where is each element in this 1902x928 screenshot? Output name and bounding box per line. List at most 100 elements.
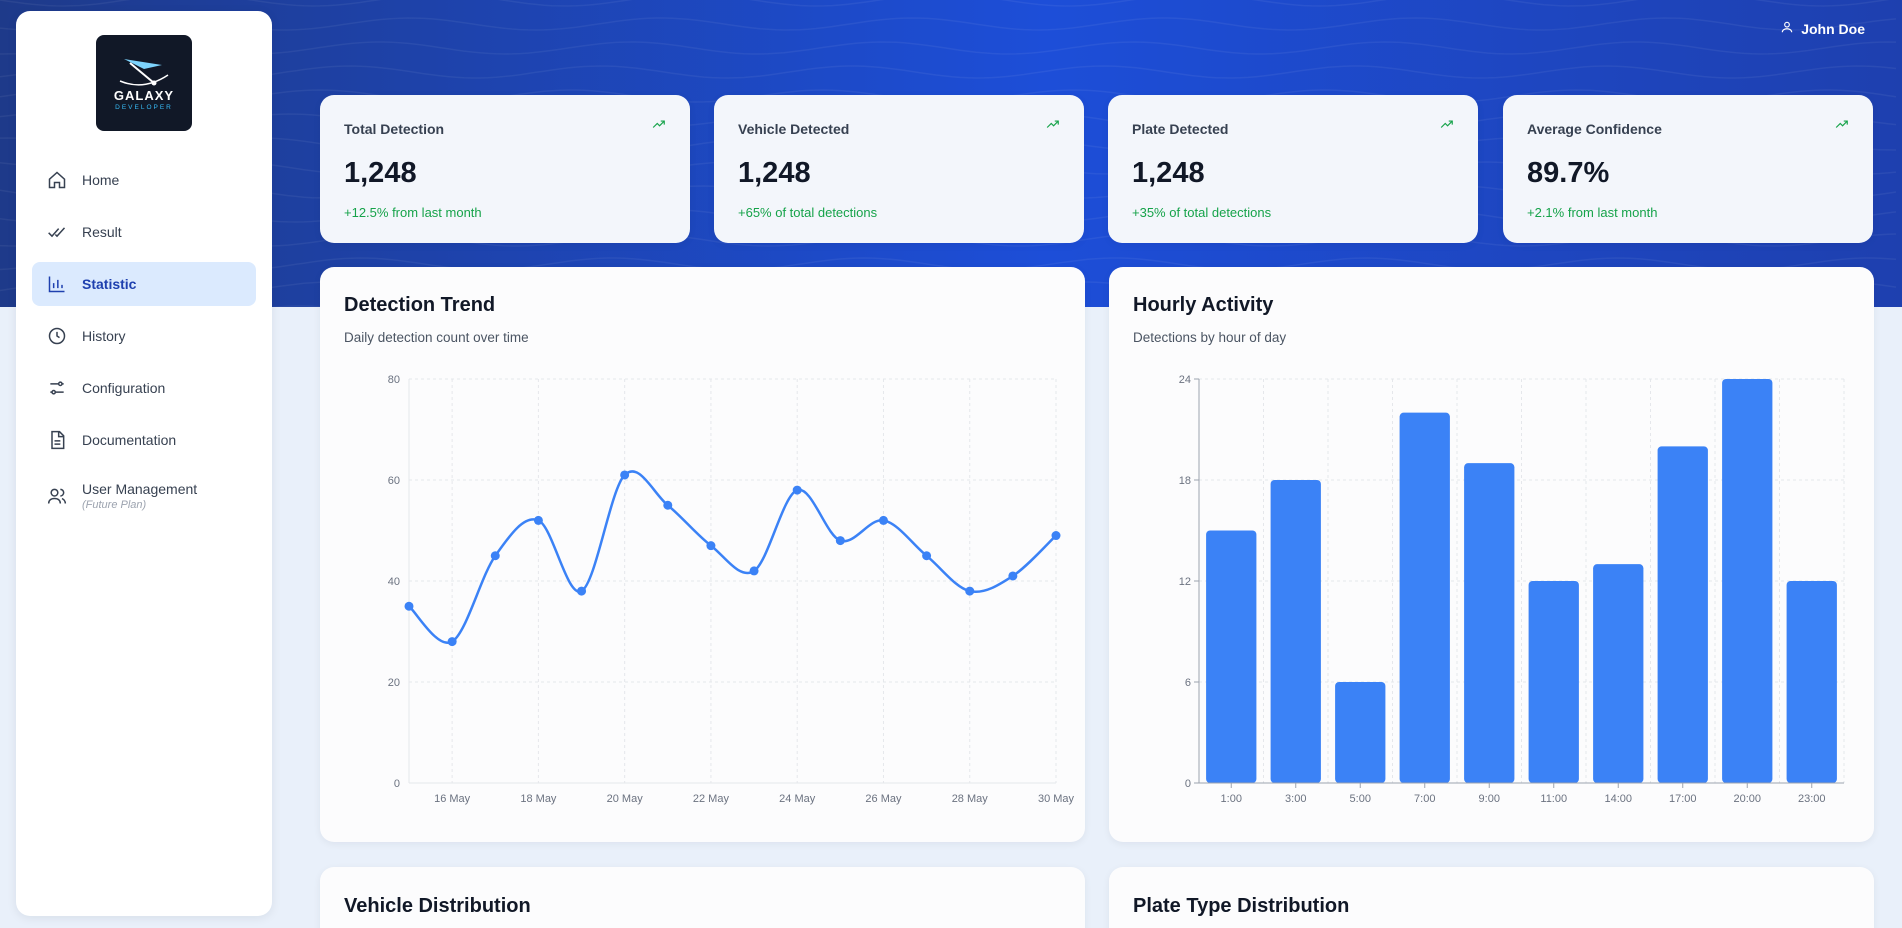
user-icon — [1780, 20, 1794, 37]
sidebar-item-label: User Management (Future Plan) — [82, 481, 197, 511]
y-tick-label: 6 — [1185, 677, 1191, 689]
x-tick-label: 16 May — [434, 793, 471, 805]
sidebar-item-statistic[interactable]: Statistic — [32, 262, 256, 306]
clock-icon — [47, 326, 67, 346]
user-menu[interactable]: John Doe — [1780, 20, 1865, 37]
data-point[interactable] — [663, 500, 673, 510]
bar[interactable] — [1528, 581, 1579, 783]
vehicle-distribution-panel: Vehicle Distribution — [320, 867, 1085, 928]
sliders-icon — [47, 378, 67, 398]
data-point[interactable] — [447, 637, 457, 647]
stat-title: Average Confidence — [1527, 121, 1662, 137]
stat-value: 1,248 — [1132, 157, 1205, 189]
stat-value: 1,248 — [344, 157, 417, 189]
sidebar-item-label: Home — [82, 172, 120, 188]
stat-card-vehicle-detected: Vehicle Detected 1,248 +65% of total det… — [714, 95, 1084, 243]
user-name: John Doe — [1801, 20, 1865, 37]
data-point[interactable] — [922, 551, 932, 561]
x-tick-label: 18 May — [520, 793, 557, 805]
data-point[interactable] — [1051, 531, 1061, 541]
y-tick-label: 0 — [1185, 778, 1191, 790]
stat-title: Plate Detected — [1132, 121, 1229, 137]
y-tick-label: 20 — [388, 677, 400, 689]
sidebar-item-home[interactable]: Home — [32, 158, 256, 202]
y-tick-label: 60 — [388, 475, 400, 487]
data-point[interactable] — [706, 541, 716, 551]
document-icon — [47, 430, 67, 450]
bar[interactable] — [1786, 581, 1837, 783]
sidebar-item-label: Statistic — [82, 276, 137, 292]
x-tick-label: 17:00 — [1669, 793, 1697, 805]
x-tick-label: 24 May — [779, 793, 816, 805]
detection-trend-panel: Detection Trend Daily detection count ov… — [320, 267, 1085, 842]
galaxy-logo-icon — [119, 59, 169, 86]
sidebar-item-history[interactable]: History — [32, 314, 256, 358]
y-tick-label: 40 — [388, 576, 400, 588]
check-double-icon — [47, 222, 67, 242]
bar[interactable] — [1206, 530, 1257, 784]
x-tick-label: 20:00 — [1733, 793, 1761, 805]
wave-line — [0, 17, 1897, 31]
x-tick-label: 14:00 — [1604, 793, 1632, 805]
trend-line — [408, 470, 1057, 645]
x-tick-label: 1:00 — [1221, 793, 1242, 805]
y-tick-label: 0 — [394, 778, 400, 790]
app-logo[interactable]: GALAXY DEVELOPER — [96, 35, 192, 131]
wave-line — [0, 0, 1890, 7]
trending-up-icon — [1044, 117, 1062, 136]
stat-card-average-confidence: Average Confidence 89.7% +2.1% from last… — [1503, 95, 1873, 243]
sidebar-item-sublabel: (Future Plan) — [82, 499, 147, 511]
trending-up-icon — [1438, 117, 1456, 136]
wave-line — [0, 41, 1897, 55]
users-icon — [47, 486, 67, 506]
y-tick-label: 80 — [388, 374, 400, 386]
logo-subtitle: DEVELOPER — [115, 104, 173, 111]
sidebar-item-label: Result — [82, 224, 122, 240]
x-tick-label: 3:00 — [1285, 793, 1306, 805]
data-point[interactable] — [878, 515, 888, 525]
sidebar-item-result[interactable]: Result — [32, 210, 256, 254]
data-point[interactable] — [577, 586, 587, 596]
bar[interactable] — [1593, 564, 1644, 783]
bar[interactable] — [1335, 682, 1386, 783]
bar[interactable] — [1722, 379, 1773, 783]
stat-change: +12.5% from last month — [344, 205, 482, 220]
data-point[interactable] — [965, 586, 975, 596]
sidebar-item-documentation[interactable]: Documentation — [32, 418, 256, 462]
stat-change: +35% of total detections — [1132, 205, 1272, 220]
panel-title: Vehicle Distribution — [344, 895, 531, 917]
stat-title: Vehicle Detected — [738, 121, 850, 137]
data-point[interactable] — [1008, 571, 1018, 581]
stat-card-plate-detected: Plate Detected 1,248 +35% of total detec… — [1108, 95, 1478, 243]
x-tick-label: 11:00 — [1540, 793, 1567, 805]
hourly-activity-chart: 0 6 12 18 24 1:00 3:00 5:00 7:00 9:00 11:00 14:00 17… — [1179, 374, 1845, 805]
sidebar-nav: Home Result Statistic History Configurat… — [32, 158, 256, 530]
sidebar-item-label: History — [82, 328, 126, 344]
stat-card-total-detection: Total Detection 1,248 +12.5% from last m… — [320, 95, 690, 243]
panel-title: Plate Type Distribution — [1133, 895, 1350, 917]
data-point[interactable] — [404, 601, 414, 611]
stat-change: +2.1% from last month — [1527, 205, 1658, 220]
x-tick-label: 9:00 — [1479, 793, 1500, 805]
data-point[interactable] — [792, 485, 802, 495]
bar[interactable] — [1464, 463, 1515, 783]
wave-line — [0, 65, 1897, 79]
bar[interactable] — [1270, 480, 1321, 783]
sidebar: GALAXY DEVELOPER Home Result Statistic H… — [16, 11, 272, 916]
data-point[interactable] — [835, 536, 845, 546]
sidebar-item-user-management[interactable]: User Management (Future Plan) — [32, 470, 256, 522]
sidebar-item-label: Documentation — [82, 432, 177, 448]
stat-value: 89.7% — [1527, 157, 1610, 189]
sidebar-item-configuration[interactable]: Configuration — [32, 366, 256, 410]
y-tick-label: 18 — [1179, 475, 1191, 487]
data-point[interactable] — [533, 515, 543, 525]
x-tick-label: 26 May — [865, 793, 902, 805]
data-point[interactable] — [749, 566, 759, 576]
home-icon — [47, 170, 67, 190]
bar[interactable] — [1657, 446, 1708, 783]
bar[interactable] — [1399, 412, 1450, 783]
x-tick-label: 5:00 — [1350, 793, 1371, 805]
bar-chart-icon — [47, 274, 67, 294]
data-point[interactable] — [620, 470, 630, 480]
data-point[interactable] — [490, 551, 500, 561]
